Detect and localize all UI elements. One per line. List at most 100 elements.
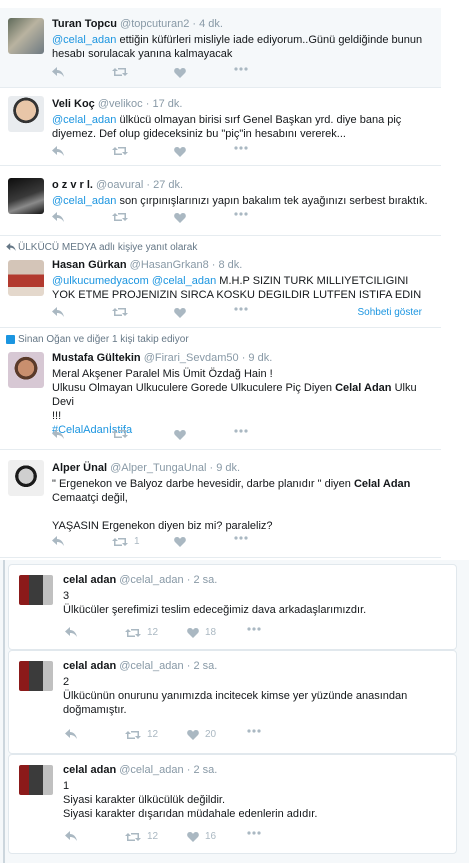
tweet-item[interactable]: ÜLKÜCÜ MEDYA adlı kişiye yanıt olarak Ha… [0, 236, 441, 328]
follow-context[interactable]: Sinan Oğan ve diğer 1 kişi takip ediyor [6, 334, 189, 345]
like-button[interactable] [174, 146, 186, 157]
timestamp[interactable]: 9 dk. [216, 462, 240, 474]
tweet-text: Meral Akşener Paralel Mis Ümit Özdağ Hai… [52, 367, 433, 437]
user-handle[interactable]: @velikoc [98, 98, 143, 110]
user-handle[interactable]: @topcuturan2 [120, 18, 189, 30]
tweet-item[interactable]: o z v r l. @oavural · 27 dk. @celal_adan… [0, 166, 441, 236]
reply-context[interactable]: ÜLKÜCÜ MEDYA adlı kişiye yanıt olarak [6, 242, 197, 253]
display-name[interactable]: celal adan [63, 660, 116, 672]
timestamp[interactable]: 27 dk. [153, 179, 183, 191]
mention-link[interactable]: @ulkucumedyacom [52, 275, 149, 287]
retweet-button[interactable]: 12 [125, 627, 158, 638]
retweet-button[interactable] [112, 146, 128, 156]
mention-link[interactable]: @celal_adan [152, 275, 216, 287]
timestamp[interactable]: 2 sa. [193, 574, 217, 586]
retweet-button[interactable]: 1 [112, 536, 140, 547]
timestamp[interactable]: 2 sa. [193, 764, 217, 776]
tweet-item[interactable]: Veli Koç @velikoc · 17 dk. @celal_adan ü… [0, 88, 441, 166]
retweet-button[interactable]: 12 [125, 729, 158, 740]
more-button[interactable] [234, 307, 248, 311]
display-name[interactable]: Turan Topcu [52, 18, 117, 30]
more-button[interactable] [234, 429, 248, 433]
display-name[interactable]: Alper Ünal [52, 462, 107, 474]
reply-button[interactable] [65, 627, 77, 637]
more-button[interactable] [234, 67, 248, 71]
reply-button[interactable] [52, 429, 64, 439]
retweet-button[interactable]: 12 [125, 831, 158, 842]
like-count: 16 [205, 831, 217, 842]
reply-icon [65, 831, 77, 841]
user-handle[interactable]: @HasanGrkan8 [130, 259, 209, 271]
like-button[interactable]: 18 [187, 627, 216, 638]
display-name[interactable]: o z v r l. [52, 179, 93, 191]
display-name[interactable]: Veli Koç [52, 98, 95, 110]
show-conversation-link[interactable]: Sohbeti göster [358, 307, 423, 318]
mention-link[interactable]: @celal_adan [52, 195, 116, 207]
retweet-icon [125, 832, 141, 841]
more-button[interactable] [247, 627, 261, 631]
timestamp[interactable]: 9 dk. [248, 352, 272, 364]
timestamp[interactable]: 4 dk. [199, 18, 223, 30]
tweet-text: @celal_adan ülkücü olmayan birisi sırf G… [52, 114, 402, 140]
avatar[interactable] [19, 661, 53, 691]
display-name[interactable]: celal adan [63, 764, 116, 776]
like-button[interactable] [174, 536, 186, 547]
avatar[interactable] [8, 178, 44, 214]
tweet-text: " Ergenekon ve Balyoz darbe hevesidir, d… [52, 478, 411, 532]
user-handle[interactable]: @Firari_Sevdam50 [144, 352, 239, 364]
avatar[interactable] [8, 460, 44, 496]
user-handle[interactable]: @celal_adan [119, 764, 183, 776]
retweet-button[interactable] [112, 67, 128, 77]
more-button[interactable] [247, 729, 261, 733]
user-handle[interactable]: @Alper_TungaUnal [110, 462, 206, 474]
like-button[interactable] [174, 307, 186, 318]
display-name[interactable]: celal adan [63, 574, 116, 586]
like-button[interactable]: 16 [187, 831, 216, 842]
heart-icon [187, 730, 199, 740]
more-icon [234, 67, 248, 71]
mention-link[interactable]: @celal_adan [52, 34, 116, 46]
conversation-tweet[interactable]: celal adan @celal_adan · 2 sa. 3 Ülkücül… [8, 564, 457, 650]
mention-link[interactable]: @celal_adan [52, 114, 116, 126]
avatar[interactable] [19, 765, 53, 795]
reply-button[interactable] [65, 831, 77, 841]
reply-button[interactable] [52, 67, 64, 77]
reply-button[interactable] [52, 212, 64, 222]
like-button[interactable] [174, 67, 186, 78]
timestamp[interactable]: 17 dk. [152, 98, 182, 110]
tweet-item[interactable]: Alper Ünal @Alper_TungaUnal · 9 dk. " Er… [0, 450, 441, 558]
timestamp[interactable]: 2 sa. [193, 660, 217, 672]
tweet-item[interactable]: Turan Topcu @topcuturan2 · 4 dk. @celal_… [0, 8, 441, 88]
retweet-button[interactable] [112, 212, 128, 222]
more-button[interactable] [234, 212, 248, 216]
more-button[interactable] [234, 146, 248, 150]
avatar[interactable] [8, 96, 44, 132]
user-handle[interactable]: @celal_adan [119, 574, 183, 586]
like-button[interactable] [174, 429, 186, 440]
more-icon [247, 627, 261, 631]
conversation-tweet[interactable]: celal adan @celal_adan · 2 sa. 2 Ülkücün… [8, 650, 457, 754]
reply-button[interactable] [52, 146, 64, 156]
retweet-button[interactable] [112, 429, 128, 439]
avatar[interactable] [8, 352, 44, 388]
more-button[interactable] [234, 536, 248, 540]
retweet-button[interactable] [112, 307, 128, 317]
reply-button[interactable] [52, 536, 64, 546]
user-handle[interactable]: @oavural [96, 179, 143, 191]
user-handle[interactable]: @celal_adan [119, 660, 183, 672]
more-icon [234, 146, 248, 150]
avatar[interactable] [8, 18, 44, 54]
avatar[interactable] [19, 575, 53, 605]
timestamp[interactable]: 8 dk. [219, 259, 243, 271]
reply-button[interactable] [52, 307, 64, 317]
conversation-tweet[interactable]: celal adan @celal_adan · 2 sa. 1 Siyasi … [8, 754, 457, 854]
heart-icon [174, 213, 186, 223]
avatar[interactable] [8, 260, 44, 296]
more-button[interactable] [247, 831, 261, 835]
like-button[interactable]: 20 [187, 729, 216, 740]
like-button[interactable] [174, 212, 186, 223]
display-name[interactable]: Hasan Gürkan [52, 259, 127, 271]
display-name[interactable]: Mustafa Gültekin [52, 352, 141, 364]
tweet-item[interactable]: Sinan Oğan ve diğer 1 kişi takip ediyor … [0, 328, 441, 450]
reply-button[interactable] [65, 729, 77, 739]
